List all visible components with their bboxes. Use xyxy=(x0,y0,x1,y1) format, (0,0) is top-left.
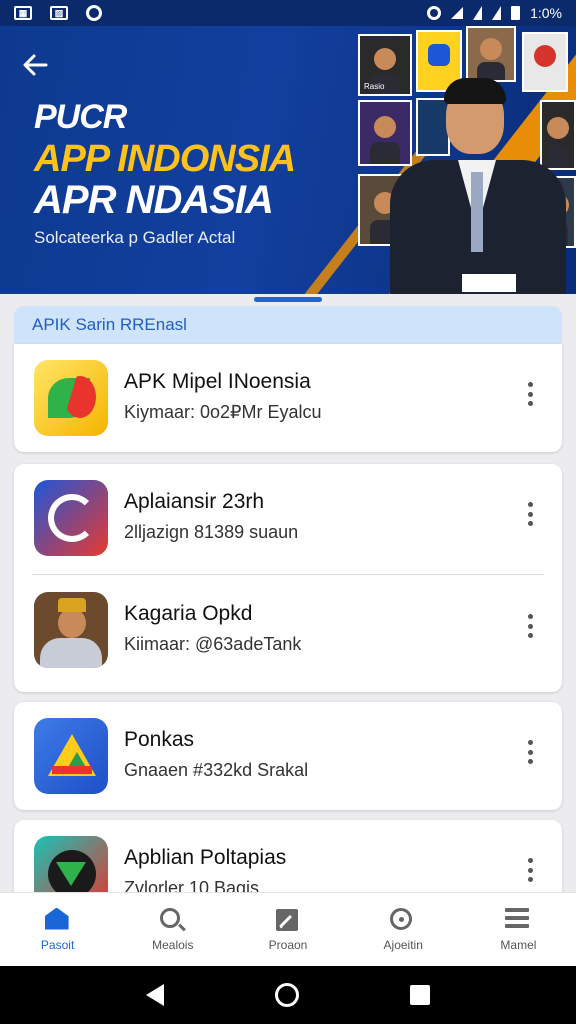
discover-icon xyxy=(390,907,416,932)
nav-home[interactable]: Pasoit xyxy=(0,893,115,966)
edit-icon xyxy=(275,908,301,932)
list-item[interactable]: APK Mipel INoensia Kiymaar: 0o2₽Mr Eyalc… xyxy=(14,344,562,452)
more-options-icon[interactable] xyxy=(526,382,534,406)
circle-icon xyxy=(86,5,102,21)
status-time: 1:0% xyxy=(530,5,562,21)
app-subtitle: 2lljazign 81389 suaun xyxy=(124,522,299,542)
list-item[interactable]: Ponkas Gnaaen #332kd Srakal xyxy=(14,702,562,810)
green-red-leaf-icon xyxy=(34,360,108,436)
menu-icon xyxy=(505,907,531,932)
news-icon: ▦ xyxy=(14,6,32,20)
more-options-icon[interactable] xyxy=(526,502,534,526)
app-card: Ponkas Gnaaen #332kd Srakal xyxy=(14,702,562,810)
system-recents-icon[interactable] xyxy=(410,985,431,1005)
hero-title-main: APP INDONSIA xyxy=(34,138,296,180)
list-item[interactable]: Kagaria Opkd Kiimaar: @63adeTank xyxy=(14,576,562,692)
hero-title-secondary: APR NDASIA xyxy=(34,178,274,222)
app-title: Kagaria Opkd xyxy=(124,602,253,625)
drive-triangle-icon xyxy=(34,718,108,794)
wifi-icon xyxy=(451,7,464,19)
nav-label: Mamel xyxy=(500,937,537,952)
home-icon xyxy=(44,907,71,932)
thumbnail-caption: Rasio xyxy=(364,82,385,91)
hero-thumbnail xyxy=(466,26,516,82)
system-back-icon[interactable] xyxy=(145,984,164,1006)
drag-handle[interactable] xyxy=(254,297,322,302)
signal-icon xyxy=(473,6,483,20)
image-icon: ▨ xyxy=(50,6,68,20)
nav-menu[interactable]: Mamel xyxy=(461,893,576,966)
section-header: APIK Sarin RREnasl xyxy=(14,306,562,344)
app-card: Aplaiansir 23rh 2lljazign 81389 suaun Ka… xyxy=(14,464,562,692)
nav-discover[interactable]: Ajoeitin xyxy=(346,893,461,966)
nav-search[interactable]: Mealois xyxy=(115,893,230,966)
search-icon xyxy=(159,907,186,932)
blue-red-swirl-icon xyxy=(34,480,108,556)
nav-label: Ajoeitin xyxy=(383,937,423,952)
system-navigation-bar xyxy=(0,966,576,1024)
more-options-icon[interactable] xyxy=(526,740,534,764)
app-card: APK Mipel INoensia Kiymaar: 0o2₽Mr Eyalc… xyxy=(14,344,562,452)
nav-label: Proaon xyxy=(268,937,308,952)
portrait-icon xyxy=(34,592,108,668)
more-options-icon[interactable] xyxy=(526,614,534,638)
list-item[interactable]: Aplaiansir 23rh 2lljazign 81389 suaun xyxy=(14,464,562,572)
bottom-navigation: Pasoit Mealois Proaon Ajoeitin Mamel xyxy=(0,892,576,966)
nav-edit[interactable]: Proaon xyxy=(230,893,345,966)
app-subtitle: Gnaaen #332kd Srakal xyxy=(124,760,309,780)
battery-icon xyxy=(511,6,521,20)
divider xyxy=(32,574,544,575)
app-title: Apblian Poltapias xyxy=(124,846,287,869)
hero-subtitle: Solcateerka p Gadler Actal xyxy=(34,228,236,247)
app-root: ▦ ▨ 1:0% PUCR APP INDONSIA APR NDASIA So… xyxy=(0,0,576,1024)
app-title: Ponkas xyxy=(124,728,195,751)
nav-label: Pasoit xyxy=(40,937,75,952)
system-home-icon[interactable] xyxy=(274,983,299,1007)
hero-title-small: PUCR xyxy=(34,98,127,136)
app-title: APK Mipel INoensia xyxy=(124,370,311,393)
app-title: Aplaiansir 23rh xyxy=(124,490,265,513)
status-bar: ▦ ▨ 1:0% xyxy=(0,0,576,26)
presenter-image xyxy=(390,78,566,294)
more-options-icon[interactable] xyxy=(526,858,534,882)
app-subtitle: Kiimaar: @63adeTank xyxy=(124,634,302,654)
signal-icon xyxy=(492,6,502,20)
alarm-icon xyxy=(427,6,442,20)
back-arrow-icon[interactable] xyxy=(20,50,52,82)
nav-label: Mealois xyxy=(152,937,194,952)
app-subtitle: Kiymaar: 0o2₽Mr Eyalcu xyxy=(124,402,322,422)
hero-banner[interactable]: PUCR APP INDONSIA APR NDASIA Solcateerka… xyxy=(0,26,576,294)
